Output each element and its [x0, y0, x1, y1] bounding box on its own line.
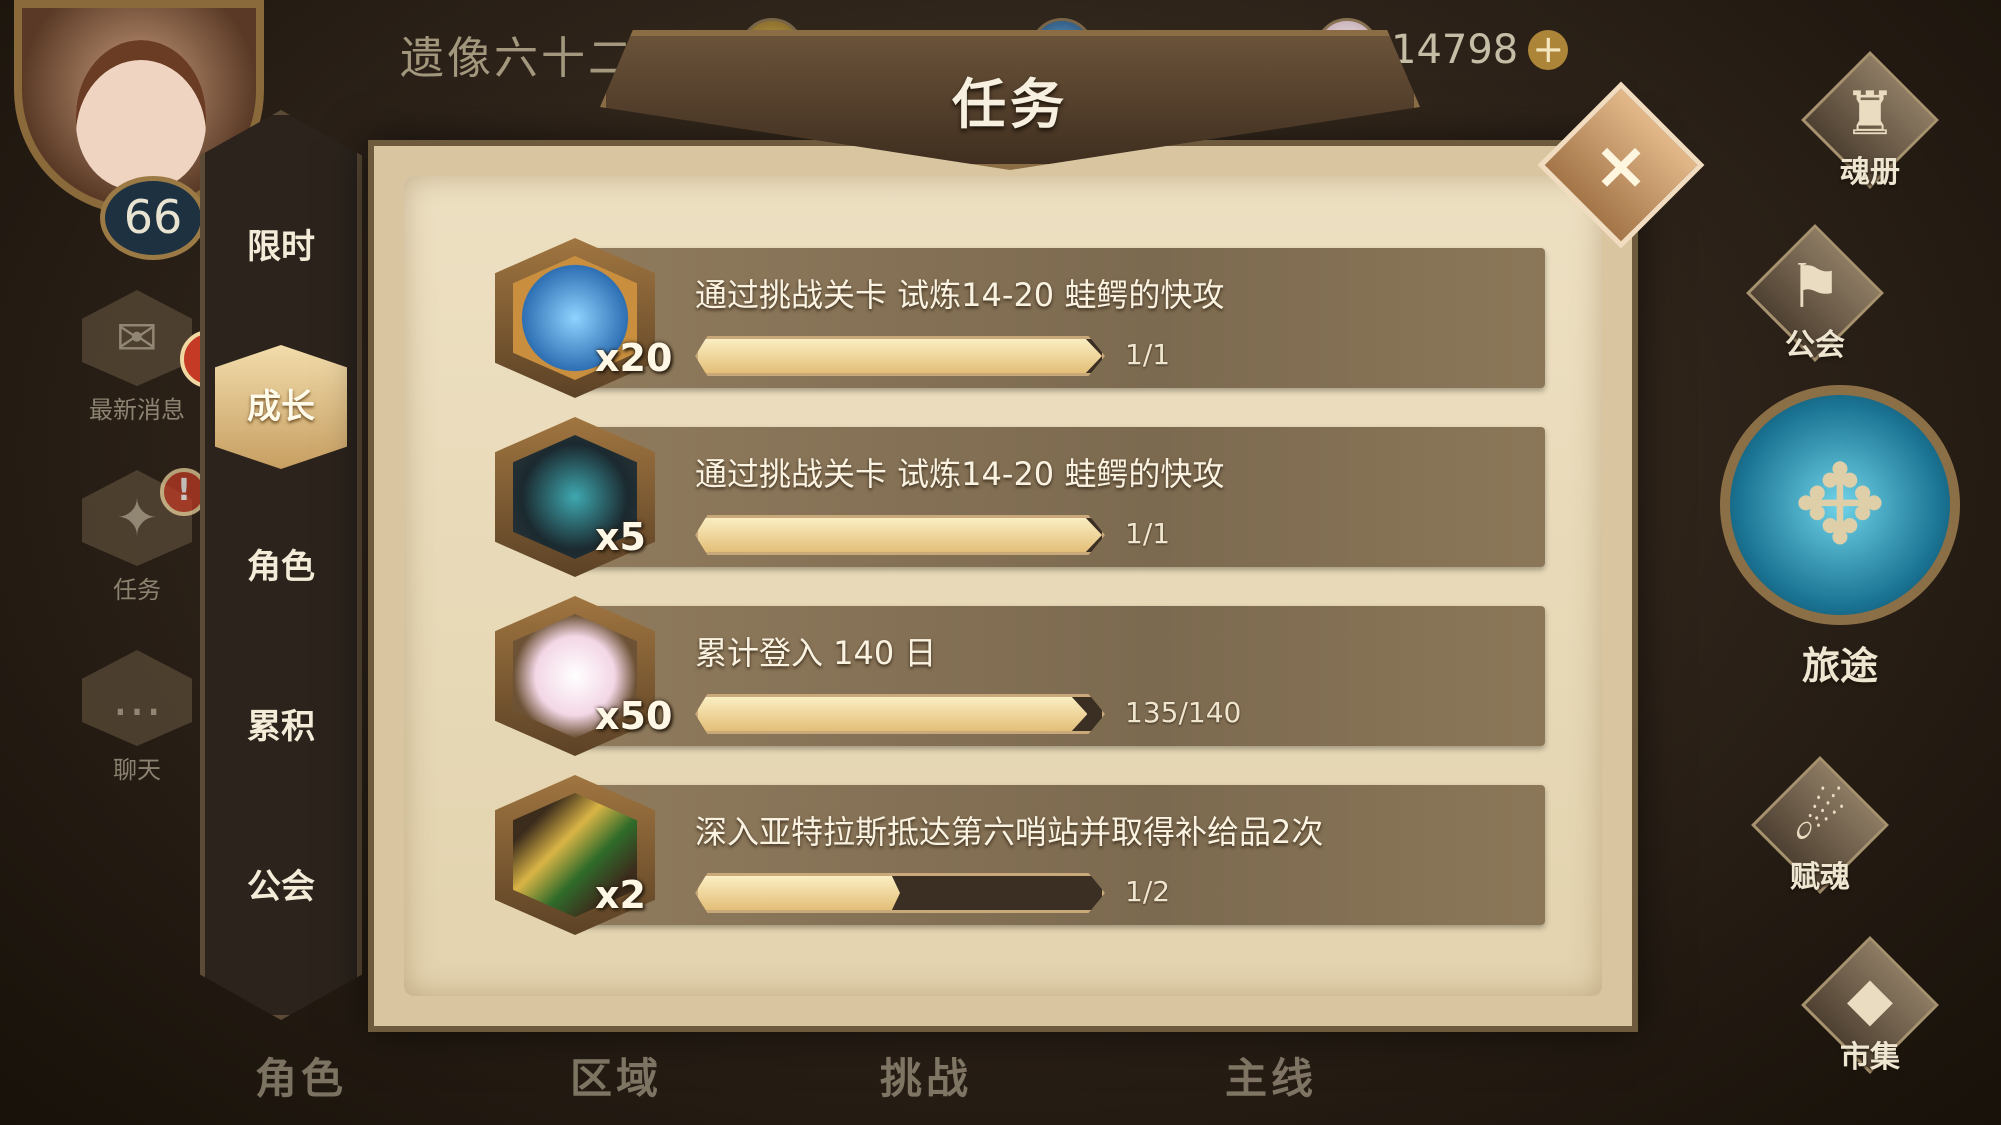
progress-fill — [698, 697, 1088, 731]
chat-bubble-icon: … — [82, 650, 192, 746]
reward-quantity: x20 — [595, 336, 673, 380]
menu-journey[interactable]: ✥ 旅途 — [1710, 385, 1970, 715]
compass-emblem-icon: ✥ — [1793, 441, 1887, 569]
bottom-nav-region[interactable]: 区域 — [570, 1045, 662, 1106]
tab-guild[interactable]: 公会 — [215, 825, 347, 949]
player-level: 66 — [100, 176, 206, 260]
dialog-title: 任务 — [952, 73, 1068, 136]
bottom-nav-main-story[interactable]: 主线 — [1225, 1045, 1317, 1106]
progress-fill — [698, 339, 1102, 373]
progress-fill — [698, 876, 900, 910]
quest-description: 累计登入 140 日 — [695, 634, 937, 672]
menu-label: 公会 — [1785, 328, 1845, 363]
side-item-chat[interactable]: … 聊天 — [72, 650, 202, 800]
progress-fill — [698, 518, 1102, 552]
quest-progress-bar — [695, 515, 1105, 555]
bottom-nav: 角色 区域 挑战 主线 — [0, 1015, 2001, 1125]
scroll-icon: ✉ — [82, 290, 192, 386]
tab-cumulative[interactable]: 累积 — [215, 665, 347, 789]
helmet-icon: ♜ — [1843, 79, 1897, 149]
category-tabs: 限时 成长 角色 累积 公会 — [200, 110, 362, 1020]
menu-label: 旅途 — [1801, 644, 1878, 688]
quest-progress-bar — [695, 694, 1105, 734]
soul-flame-icon: ☄ — [1793, 784, 1847, 854]
tab-growth[interactable]: 成长 — [215, 345, 347, 469]
quest-progress-bar — [695, 873, 1105, 913]
close-icon: × — [1593, 126, 1649, 204]
quest-progress-text: 1/1 — [1125, 338, 1171, 371]
menu-label: 魂册 — [1840, 155, 1900, 190]
add-gem-button[interactable]: + — [1528, 30, 1569, 70]
quest-progress-text: 1/2 — [1125, 875, 1171, 908]
menu-guild[interactable]: ⚑ 公会 — [1735, 224, 1895, 378]
side-item-label: 聊天 — [113, 756, 161, 784]
bottom-nav-challenge[interactable]: 挑战 — [880, 1045, 972, 1106]
quest-row[interactable]: x20 通过挑战关卡 试炼14-20 蛙鳄的快攻 1/1 — [495, 238, 1545, 398]
journey-disc: ✥ — [1720, 385, 1960, 625]
tab-limited[interactable]: 限时 — [215, 185, 347, 309]
quest-description: 深入亚特拉斯抵达第六哨站并取得补给品2次 — [695, 813, 1324, 851]
quest-progress-text: 135/140 — [1125, 696, 1242, 729]
bottom-nav-character[interactable]: 角色 — [255, 1045, 347, 1106]
guild-banner-icon: ⚑ — [1788, 252, 1842, 322]
quest-row[interactable]: x5 通过挑战关卡 试炼14-20 蛙鳄的快攻 1/1 — [495, 417, 1545, 577]
reward-quantity: x5 — [595, 515, 646, 559]
menu-label: 赋魂 — [1790, 860, 1850, 895]
quest-description: 通过挑战关卡 试炼14-20 蛙鳄的快攻 — [695, 455, 1225, 493]
side-item-label: 最新消息 — [89, 396, 185, 424]
quest-row[interactable]: x50 累计登入 140 日 135/140 — [495, 596, 1545, 756]
menu-soul-infuse[interactable]: ☄ 赋魂 — [1740, 756, 1900, 910]
reward-quantity: x50 — [595, 694, 673, 738]
tab-character[interactable]: 角色 — [215, 505, 347, 629]
quest-description: 通过挑战关卡 试炼14-20 蛙鳄的快攻 — [695, 276, 1225, 314]
quest-progress-bar — [695, 336, 1105, 376]
quest-progress-text: 1/1 — [1125, 517, 1171, 550]
avatar-portrait — [76, 40, 206, 190]
reward-quantity: x2 — [595, 873, 646, 917]
side-item-label: 任务 — [113, 576, 161, 604]
menu-soul-book[interactable]: ♜ 魂册 — [1790, 51, 1950, 205]
quest-row[interactable]: x2 深入亚特拉斯抵达第六哨站并取得补给品2次 1/2 — [495, 775, 1545, 935]
